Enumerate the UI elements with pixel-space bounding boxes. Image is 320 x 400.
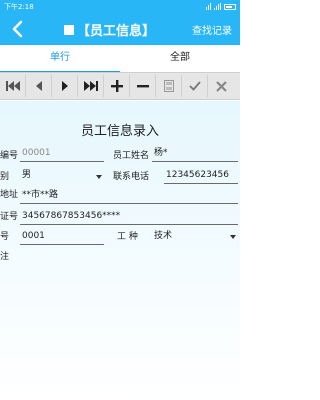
title-square-icon [64,24,74,35]
tab-bar: 单行 全部 [0,45,240,73]
save-icon [163,80,174,92]
remove-icon [136,85,149,88]
confirm-icon [188,81,201,91]
tab-single-row[interactable]: 单行 [0,45,120,73]
status-time: 下午2:18 [4,2,34,11]
idcard-label: 证号 [0,212,19,222]
find-record-button[interactable]: 查找记录 [192,22,232,37]
gender-value: 男 [22,170,32,180]
address-field[interactable]: **市**路 [20,188,238,204]
add-record-button[interactable] [104,75,130,97]
title-bar: 【员工信息】 查找记录 [0,13,240,45]
gender-dropdown-icon [96,175,102,179]
last-icon [83,81,98,91]
delete-record-button[interactable] [130,75,156,97]
back-button[interactable] [8,17,26,41]
next-icon [61,81,68,91]
note-label: 注 [0,252,10,262]
battery-icon [224,3,236,10]
id-label: 编号 [0,151,19,161]
jobtype-label: 工 种 [117,232,138,242]
jobtype-select[interactable]: 技术 [152,229,238,245]
last-record-button[interactable] [78,75,104,97]
idcard-field[interactable]: 34567867853456**** [20,209,238,225]
page-title-text: 【员工信息】 [77,24,156,39]
status-bar: 下午2:18 [0,0,240,13]
confirm-button[interactable] [182,75,208,97]
cancel-button[interactable] [208,75,234,97]
next-record-button[interactable] [52,75,78,97]
name-field[interactable]: 杨* [152,146,238,162]
jobtype-value: 技术 [154,231,173,241]
worknum-label: 号 [0,232,10,242]
jobtype-dropdown-icon [230,235,236,239]
wifi-icon [206,3,211,10]
prev-record-button[interactable] [26,75,52,97]
signal-icon [214,3,221,10]
worknum-field[interactable]: 0001 [20,229,104,245]
save-record-button[interactable] [156,75,182,97]
phone-field[interactable]: 12345623456 [164,168,238,184]
status-icons [206,3,236,10]
prev-icon [35,81,42,91]
phone-label: 联系电话 [113,172,150,182]
cancel-icon [215,80,227,92]
first-record-button[interactable] [0,75,26,97]
tab-all[interactable]: 全部 [120,45,240,73]
employee-form: 员工信息录入 编号 00001 员工姓名 杨* 别 男 联系电话 1234562… [0,101,240,400]
add-icon [110,80,123,92]
page-title: 【员工信息】 [64,20,155,39]
first-icon [5,81,20,91]
address-label: 地址 [0,190,19,200]
gender-select[interactable]: 男 [20,168,104,184]
form-heading: 员工信息录入 [80,124,159,139]
id-field[interactable]: 00001 [20,146,104,162]
gender-label: 别 [0,172,10,182]
name-label: 员工姓名 [113,151,150,161]
record-toolbar [0,73,240,100]
back-arrow-icon [12,20,23,38]
